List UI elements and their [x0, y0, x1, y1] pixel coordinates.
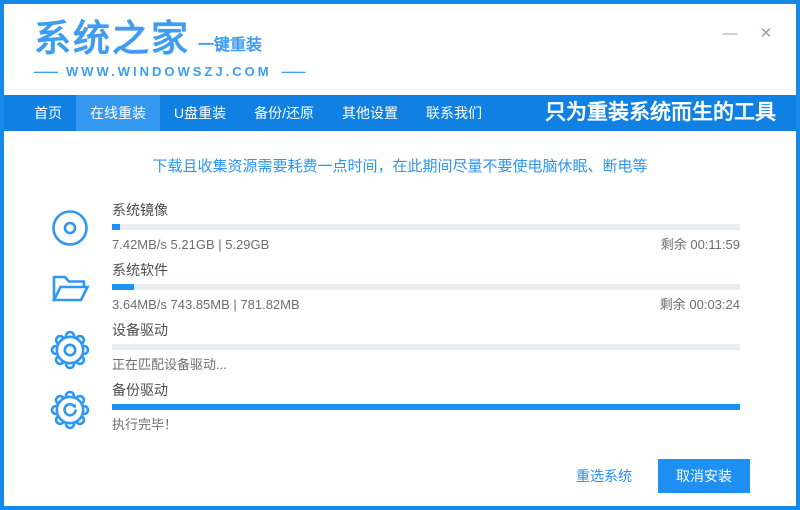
gear-icon [50, 330, 90, 370]
task-body: 系统镜像 7.42MB/s 5.21GB | 5.29GB 剩余 00:11:5… [112, 202, 740, 253]
task-label: 备份驱动 [112, 382, 168, 398]
logo-url: WWW.WINDOWSZJ.COM [66, 64, 272, 79]
tab-usb-reinstall[interactable]: U盘重装 [160, 95, 240, 131]
progress-fill [112, 404, 740, 410]
folder-icon [51, 275, 90, 302]
main-content: 下载且收集资源需要耗费一点时间，在此期间尽量不要使电脑休眠、断电等 系统镜像 7… [4, 131, 796, 493]
tab-home[interactable]: 首页 [20, 95, 76, 131]
close-icon[interactable]: ✕ [756, 24, 776, 44]
task-row-system-image: 系统镜像 7.42MB/s 5.21GB | 5.29GB 剩余 00:11:5… [4, 202, 796, 253]
cancel-install-button[interactable]: 取消安装 [658, 459, 750, 493]
progress-bar [112, 344, 740, 350]
logo-url-row: —— WWW.WINDOWSZJ.COM —— [34, 64, 796, 79]
app-window: 系统之家 一键重装 —— WWW.WINDOWSZJ.COM —— — ✕ 首页… [0, 0, 800, 510]
gear-sync-icon [50, 390, 90, 430]
task-stats: 7.42MB/s 5.21GB | 5.29GB 剩余 00:11:59 [112, 237, 740, 253]
logo-title: 系统之家 [34, 18, 190, 59]
status-text: 执行完毕！ [112, 417, 178, 432]
reselect-system-button[interactable]: 重选系统 [576, 466, 632, 486]
nav-bar: 首页 在线重装 U盘重装 备份/还原 其他设置 联系我们 只为重装系统而生的工具 [4, 95, 796, 131]
progress-fill [112, 284, 134, 290]
tab-contact-us[interactable]: 联系我们 [412, 95, 496, 131]
task-stats: 正在匹配设备驱动... [112, 357, 740, 373]
logo-subtitle: 一键重装 [198, 37, 263, 54]
time-remaining: 剩余 00:11:59 [660, 237, 740, 252]
progress-bar [112, 224, 740, 230]
status-text: 正在匹配设备驱动... [112, 357, 227, 372]
task-body: 备份驱动 执行完毕！ [112, 382, 740, 433]
notice-text: 下载且收集资源需要耗费一点时间，在此期间尽量不要使电脑休眠、断电等 [152, 158, 648, 175]
download-stats: 3.64MB/s 743.85MB | 781.82MB [112, 297, 300, 312]
tab-backup-restore[interactable]: 备份/还原 [240, 95, 328, 131]
disc-icon [52, 210, 88, 246]
progress-bar [112, 284, 740, 290]
minimize-icon[interactable]: — [720, 24, 740, 44]
task-stats: 执行完毕！ [112, 417, 740, 433]
task-list: 系统镜像 7.42MB/s 5.21GB | 5.29GB 剩余 00:11:5… [4, 202, 796, 433]
tab-online-reinstall[interactable]: 在线重装 [76, 95, 160, 131]
dash-right: —— [281, 64, 306, 79]
task-label: 系统软件 [112, 262, 168, 278]
task-stats: 3.64MB/s 743.85MB | 781.82MB 剩余 00:03:24 [112, 297, 740, 313]
task-row-system-software: 系统软件 3.64MB/s 743.85MB | 781.82MB 剩余 00:… [4, 262, 796, 313]
task-row-device-drivers: 设备驱动 正在匹配设备驱动... [4, 322, 796, 373]
task-label: 设备驱动 [112, 322, 168, 338]
tab-other-settings[interactable]: 其他设置 [328, 95, 412, 131]
task-row-backup-drivers: 备份驱动 执行完毕！ [4, 382, 796, 433]
footer: 重选系统 取消安装 [4, 459, 750, 493]
download-stats: 7.42MB/s 5.21GB | 5.29GB [112, 237, 270, 252]
header: 系统之家 一键重装 —— WWW.WINDOWSZJ.COM —— — ✕ [4, 4, 796, 95]
task-body: 系统软件 3.64MB/s 743.85MB | 781.82MB 剩余 00:… [112, 262, 740, 313]
progress-fill [112, 224, 121, 230]
dash-left: —— [34, 64, 58, 79]
logo: 系统之家 一键重装 [34, 20, 796, 57]
task-label: 系统镜像 [112, 202, 168, 218]
task-body: 设备驱动 正在匹配设备驱动... [112, 322, 740, 373]
time-remaining: 剩余 00:03:24 [659, 297, 740, 312]
window-controls: — ✕ [720, 24, 776, 44]
nav-slogan: 只为重装系统而生的工具 [545, 101, 776, 124]
progress-bar [112, 404, 740, 410]
